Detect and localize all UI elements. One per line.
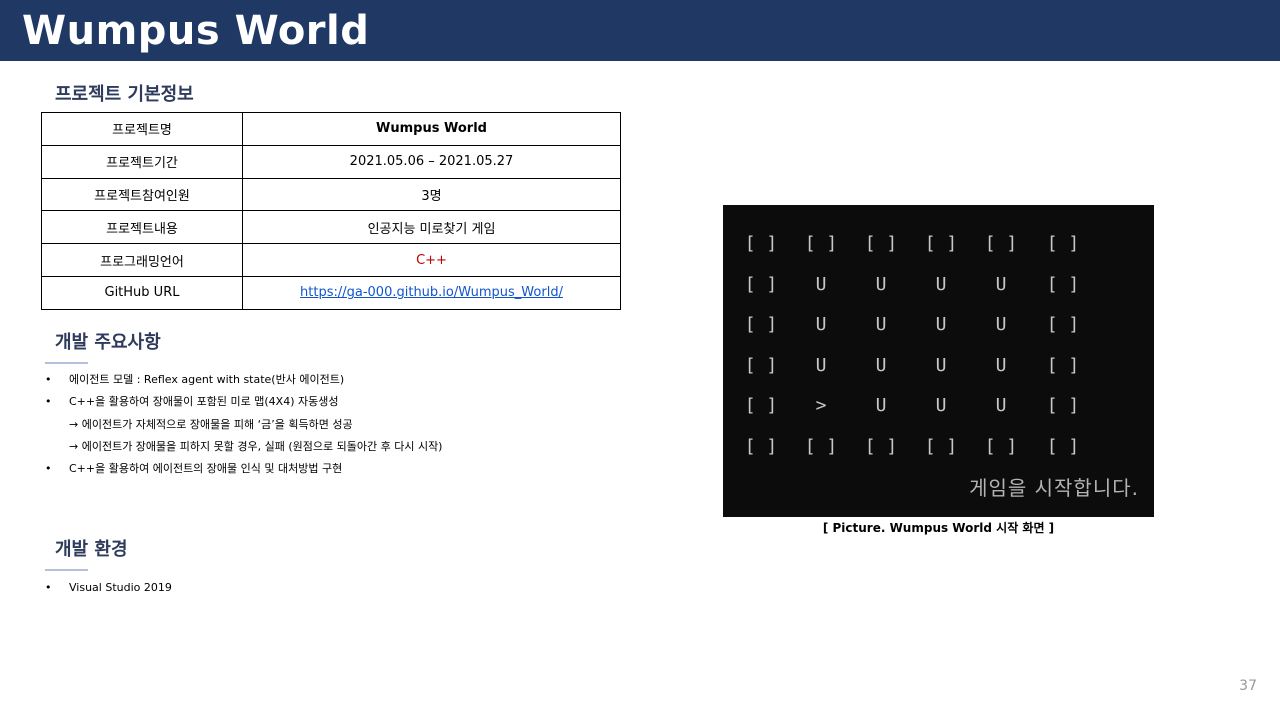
grid-cell: [ ] <box>1046 233 1080 254</box>
grid-cell: [ ] <box>744 435 778 457</box>
grid-cell: U <box>815 273 827 295</box>
project-name-value: Wumpus World <box>376 121 487 137</box>
grid-cell: U <box>935 395 947 416</box>
title-bar: Wumpus World <box>0 0 1280 61</box>
row-value: 인공지능 미로찾기 게임 <box>242 210 621 245</box>
row-value: Wumpus World <box>242 112 621 146</box>
grid-cell: U <box>935 314 947 335</box>
bullet-icon: • <box>45 373 52 386</box>
table-row: 프로젝트기간 2021.05.06 – 2021.05.27 <box>41 144 621 179</box>
page-number: 37 <box>1239 678 1257 694</box>
grid-cell: [ ] <box>744 395 778 416</box>
grid-cell: U <box>995 273 1007 295</box>
grid-cell: [ ] <box>744 314 778 335</box>
row-label: 프로젝트내용 <box>41 210 243 245</box>
grid-row: [ ] [ ] [ ] [ ] [ ] [ ] <box>723 435 1154 475</box>
grid-cell: U <box>995 314 1007 335</box>
grid-cell: [ ] <box>744 273 778 295</box>
grid-cell: [ ] <box>984 233 1018 254</box>
language-value: C++ <box>416 252 447 268</box>
row-value: 3명 <box>242 177 621 212</box>
row-label: 프로젝트참여인원 <box>41 177 243 212</box>
section-divider <box>45 569 88 571</box>
grid-cell: > <box>815 395 827 416</box>
row-label: 프로그래밍언어 <box>41 243 243 277</box>
grid-row: [ ] U U U U [ ] <box>723 273 1154 313</box>
row-label: 프로젝트명 <box>41 112 243 146</box>
grid-cell: [ ] <box>744 233 778 254</box>
project-info-table: 프로젝트명 Wumpus World 프로젝트기간 2021.05.06 – 2… <box>41 112 621 310</box>
bullet-icon: • <box>45 395 52 409</box>
section-divider <box>45 362 88 364</box>
row-value: https://ga-000.github.io/Wumpus_World/ <box>242 275 621 310</box>
bullet-icon: • <box>45 462 52 476</box>
grid-row: [ ] U U U U [ ] <box>723 354 1154 394</box>
grid-cell: [ ] <box>744 354 778 376</box>
row-label: GitHub URL <box>41 275 243 310</box>
grid-cell: U <box>815 354 827 376</box>
grid-cell: [ ] <box>804 233 838 254</box>
table-row: 프로그래밍언어 C++ <box>41 243 621 277</box>
bullet-icon: • <box>45 581 52 594</box>
row-label: 프로젝트기간 <box>41 144 243 179</box>
grid-cell: U <box>875 354 887 376</box>
grid-cell: [ ] <box>864 435 898 457</box>
table-row: 프로젝트명 Wumpus World <box>41 112 621 146</box>
table-row: GitHub URL https://ga-000.github.io/Wump… <box>41 275 621 310</box>
grid-cell: U <box>875 395 887 416</box>
grid-cell: U <box>815 314 827 335</box>
grid-cell: [ ] <box>1046 435 1080 457</box>
dev-env-heading: 개발 환경 <box>55 539 128 560</box>
grid-cell: U <box>935 273 947 295</box>
start-message: 게임을 시작합니다. <box>969 476 1139 500</box>
project-info-heading: 프로젝트 기본정보 <box>55 84 194 105</box>
grid-cell: [ ] <box>1046 314 1080 335</box>
game-screenshot: [ ][ ][ ][ ][ ][ ][ ] U U U U[ ][ ] U U U U[ ][ … <box>723 205 1154 517</box>
row-value: 2021.05.06 – 2021.05.27 <box>242 144 621 179</box>
grid-cell: [ ] <box>1046 354 1080 376</box>
grid-cell: U <box>875 314 887 335</box>
grid-cell: U <box>935 354 947 376</box>
grid-cell: [ ] <box>924 435 958 457</box>
table-row: 프로젝트내용 인공지능 미로찾기 게임 <box>41 210 621 245</box>
grid-row: [ ] U U U U [ ] <box>723 313 1154 353</box>
row-value: C++ <box>242 243 621 277</box>
grid-row: [ ] > U U U [ ] <box>723 394 1154 434</box>
grid-cell: U <box>995 395 1007 416</box>
grid-cell: [ ] <box>1046 273 1080 295</box>
grid-cell: U <box>875 273 887 295</box>
grid-cell: [ ] <box>804 435 838 457</box>
grid-cell: [ ] <box>924 233 958 254</box>
dev-points-heading: 개발 주요사항 <box>55 332 161 353</box>
github-link[interactable]: https://ga-000.github.io/Wumpus_World/ <box>300 285 563 300</box>
grid-cell: U <box>995 354 1007 376</box>
grid-cell: [ ] <box>984 435 1018 457</box>
grid-cell: [ ] <box>864 233 898 254</box>
page-title: Wumpus World <box>22 8 370 54</box>
grid-row: [ ] [ ] [ ] [ ] [ ] [ ] <box>723 232 1154 272</box>
grid-cell: [ ] <box>1046 395 1080 416</box>
picture-caption: [ Picture. Wumpus World 시작 화면 ] <box>822 521 1055 535</box>
table-row: 프로젝트참여인원 3명 <box>41 177 621 212</box>
